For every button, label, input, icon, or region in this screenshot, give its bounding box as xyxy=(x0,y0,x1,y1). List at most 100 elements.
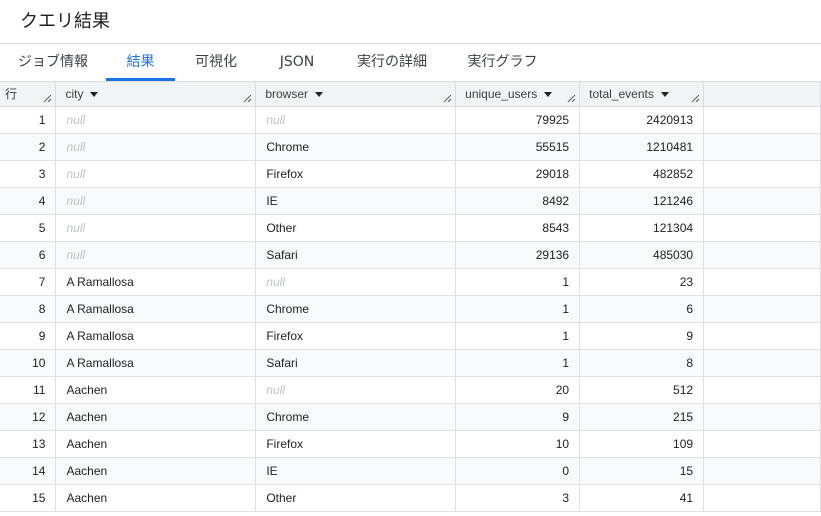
null-value: null xyxy=(66,220,86,235)
table-row: 1 null null 79925 2420913 xyxy=(0,106,821,134)
null-value: null xyxy=(266,274,286,289)
results-table: 行 city browser unique_users total_events… xyxy=(0,82,821,512)
column-header-total-events[interactable]: total_events xyxy=(579,82,705,107)
city-cell: A Ramallosa xyxy=(55,349,257,377)
tab-active-indicator xyxy=(106,78,175,81)
cell-value: Safari xyxy=(266,355,298,370)
cell-value: 1 xyxy=(562,274,570,289)
row-number-cell: 4 xyxy=(0,187,57,215)
city-cell: null xyxy=(55,160,257,188)
row-number-cell: 8 xyxy=(0,295,57,323)
column-resize-icon[interactable] xyxy=(567,94,576,103)
browser-cell: Chrome xyxy=(255,295,457,323)
table-row: 2 null Chrome 55515 1210481 xyxy=(0,133,821,161)
total-events-cell: 485030 xyxy=(579,241,705,269)
row-number-cell: 9 xyxy=(0,322,57,350)
cell-value: 14 xyxy=(32,463,46,478)
column-header-label: browser xyxy=(265,86,309,101)
tab-json[interactable]: JSON xyxy=(257,44,337,81)
cell-value: IE xyxy=(266,193,278,208)
null-value: null xyxy=(266,112,286,127)
total-events-cell: 121246 xyxy=(579,187,705,215)
city-cell: null xyxy=(55,106,257,134)
table-row: 14 Aachen IE 0 15 xyxy=(0,457,821,485)
table-row: 15 Aachen Other 3 41 xyxy=(0,484,821,512)
cell-value: 5 xyxy=(38,220,46,235)
browser-cell: null xyxy=(255,106,457,134)
cell-value: 1 xyxy=(562,355,570,370)
sort-arrow-icon[interactable] xyxy=(544,91,553,97)
column-header-unique-users[interactable]: unique_users xyxy=(455,82,581,107)
browser-cell: Chrome xyxy=(255,133,457,161)
tab-job-info[interactable]: ジョブ情報 xyxy=(0,44,106,81)
tab-execution-graph[interactable]: 実行グラフ xyxy=(447,44,558,81)
cell-value: 512 xyxy=(673,382,694,397)
cell-value: A Ramallosa xyxy=(66,274,134,289)
tab-results[interactable]: 結果 xyxy=(106,44,175,81)
cell-value: Chrome xyxy=(266,139,310,154)
unique-users-cell: 79925 xyxy=(455,106,581,134)
total-events-cell: 215 xyxy=(579,403,705,431)
tab-execution-details[interactable]: 実行の詳細 xyxy=(337,44,447,81)
row-filler xyxy=(703,106,821,134)
table-row: 9 A Ramallosa Firefox 1 9 xyxy=(0,322,821,350)
column-header-browser[interactable]: browser xyxy=(255,82,457,107)
city-cell: null xyxy=(55,241,257,269)
cell-value: 10 xyxy=(555,436,570,451)
row-filler xyxy=(703,484,821,512)
row-filler xyxy=(703,295,821,323)
unique-users-cell: 10 xyxy=(455,430,581,458)
sort-arrow-icon[interactable] xyxy=(90,91,99,97)
cell-value: 0 xyxy=(562,463,570,478)
cell-value: Firefox xyxy=(266,328,304,343)
cell-value: 9 xyxy=(38,328,46,343)
unique-users-cell: 29018 xyxy=(455,160,581,188)
table-row: 8 A Ramallosa Chrome 1 6 xyxy=(0,295,821,323)
browser-cell: null xyxy=(255,268,457,296)
browser-cell: Other xyxy=(255,214,457,242)
row-filler xyxy=(703,457,821,485)
table-row: 10 A Ramallosa Safari 1 8 xyxy=(0,349,821,377)
row-number-cell: 3 xyxy=(0,160,57,188)
cell-value: IE xyxy=(266,463,278,478)
column-resize-icon[interactable] xyxy=(43,94,52,103)
cell-value: 79925 xyxy=(535,112,570,127)
cell-value: 15 xyxy=(679,463,694,478)
cell-value: 215 xyxy=(673,409,694,424)
sort-arrow-icon[interactable] xyxy=(660,91,669,97)
total-events-cell: 23 xyxy=(579,268,705,296)
cell-value: 6 xyxy=(38,247,46,262)
cell-value: 9 xyxy=(562,409,570,424)
column-header-city[interactable]: city xyxy=(55,82,257,107)
cell-value: A Ramallosa xyxy=(66,355,134,370)
sort-arrow-icon[interactable] xyxy=(315,91,324,97)
cell-value: 2 xyxy=(38,139,46,154)
tab-label: ジョブ情報 xyxy=(18,54,88,70)
tab-bar: ジョブ情報 結果 可視化 JSON 実行の詳細 実行グラフ xyxy=(0,44,821,82)
column-resize-icon[interactable] xyxy=(443,94,452,103)
row-filler xyxy=(703,430,821,458)
column-header-label: 行 xyxy=(5,87,18,102)
tab-label: 実行の詳細 xyxy=(357,54,427,70)
column-header-row-number: 行 xyxy=(0,82,57,107)
cell-value: 41 xyxy=(679,490,694,505)
null-value: null xyxy=(66,247,86,262)
total-events-cell: 15 xyxy=(579,457,705,485)
row-number-cell: 13 xyxy=(0,430,57,458)
total-events-cell: 109 xyxy=(579,430,705,458)
row-filler xyxy=(703,322,821,350)
cell-value: Other xyxy=(266,220,297,235)
city-cell: Aachen xyxy=(55,376,257,404)
browser-cell: Safari xyxy=(255,349,457,377)
null-value: null xyxy=(266,382,286,397)
city-cell: null xyxy=(55,187,257,215)
row-number-cell: 7 xyxy=(0,268,57,296)
cell-value: 9 xyxy=(686,328,694,343)
cell-value: 29136 xyxy=(535,247,570,262)
null-value: null xyxy=(66,193,86,208)
column-resize-icon[interactable] xyxy=(691,94,700,103)
cell-value: Aachen xyxy=(66,382,108,397)
cell-value: 6 xyxy=(686,301,694,316)
column-resize-icon[interactable] xyxy=(243,94,252,103)
tab-visualization[interactable]: 可視化 xyxy=(175,44,257,81)
